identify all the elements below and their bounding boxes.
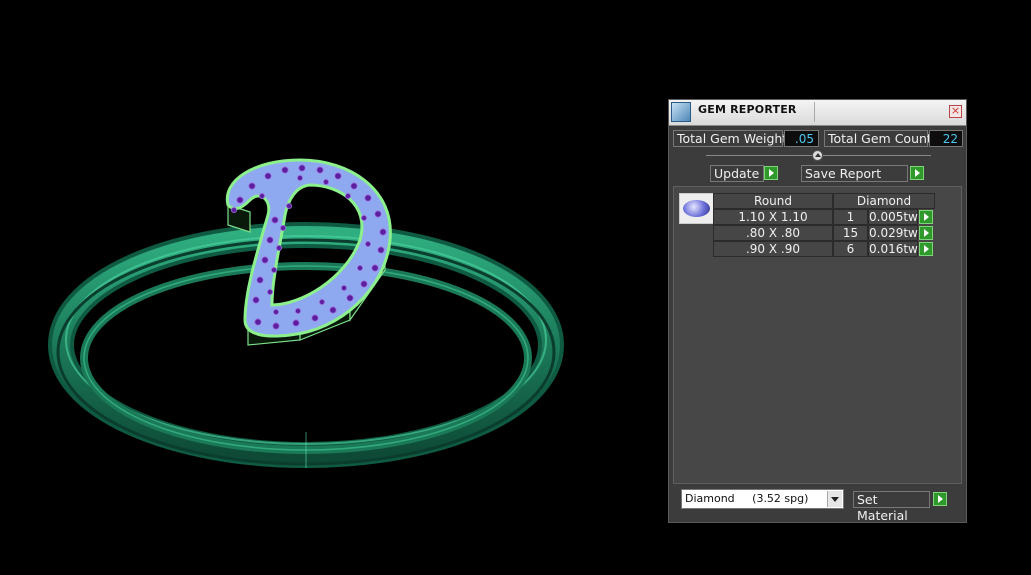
gem-thumbnail[interactable] <box>679 193 714 224</box>
update-go-icon[interactable] <box>764 166 778 180</box>
material-select[interactable]: Diamond (3.52 spg) <box>681 489 844 509</box>
panel-title: GEM REPORTER <box>698 103 797 116</box>
table-row-size: .90 X .90 <box>713 241 833 257</box>
set-material-go-icon[interactable] <box>933 492 947 506</box>
panel-titlebar[interactable]: GEM REPORTER × <box>669 100 966 126</box>
material-select-value: Diamond (3.52 spg) <box>685 492 809 505</box>
round-gem-icon <box>683 200 710 217</box>
table-row-size: 1.10 X 1.10 <box>713 209 833 225</box>
table-row-count: 1 <box>833 209 868 225</box>
row-select-arrow-icon[interactable] <box>919 226 933 240</box>
gem-reporter-app-icon <box>671 102 691 122</box>
table-row-weight: 0.005tw <box>868 209 918 225</box>
total-gem-weight-value: .05 <box>784 130 819 147</box>
row-select-arrow-icon[interactable] <box>919 210 933 224</box>
table-row-count: 15 <box>833 225 868 241</box>
total-gem-weight-label: Total Gem Weight <box>673 130 787 147</box>
panel-collapse-knob[interactable] <box>812 150 823 161</box>
ring-model <box>48 158 564 468</box>
total-gem-count-label: Total Gem Count <box>824 130 932 147</box>
save-report-go-icon[interactable] <box>910 166 924 180</box>
set-material-button[interactable]: Set Material <box>853 491 930 523</box>
table-row-count: 6 <box>833 241 868 257</box>
close-button[interactable]: × <box>949 105 962 118</box>
save-report-button[interactable]: Save Report <box>801 165 908 182</box>
table-header-material: Diamond <box>833 193 935 209</box>
chevron-down-icon[interactable] <box>827 491 842 507</box>
row-select-arrow-icon[interactable] <box>919 242 933 256</box>
titlebar-divider <box>814 102 815 122</box>
3d-viewport[interactable] <box>0 0 660 575</box>
gem-reporter-panel: GEM REPORTER × Total Gem Weight .05 Tota… <box>668 99 967 523</box>
table-header-shape: Round <box>713 193 833 209</box>
total-gem-count-value: 22 <box>929 130 963 147</box>
update-button[interactable]: Update <box>710 165 764 182</box>
table-row-weight: 0.016tw <box>868 241 918 257</box>
table-row-weight: 0.029tw <box>868 225 918 241</box>
table-row-size: .80 X .80 <box>713 225 833 241</box>
